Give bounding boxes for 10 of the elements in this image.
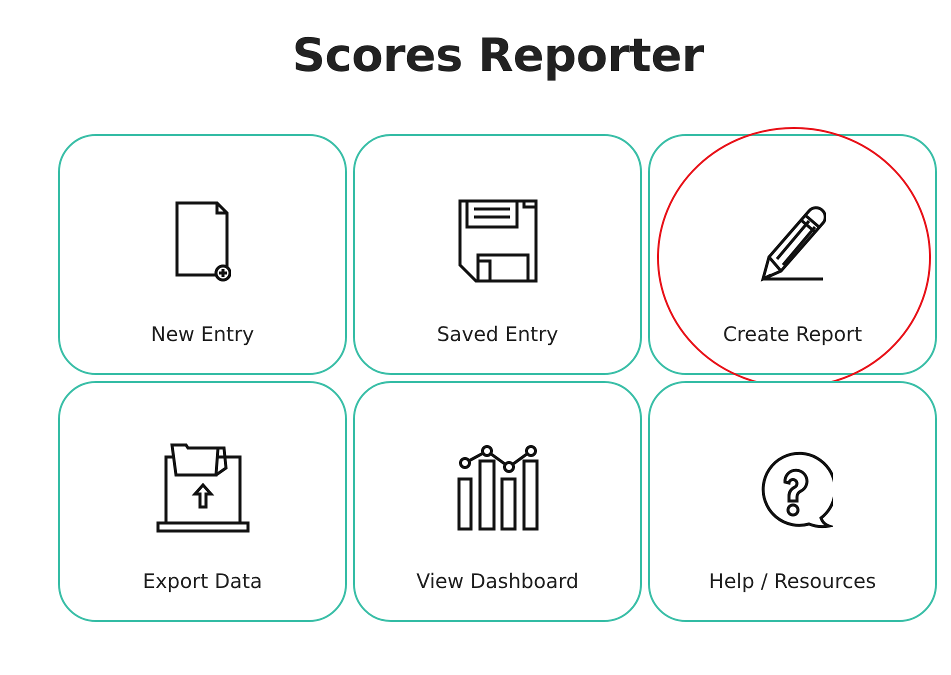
menu-tile[interactable]: Help / Resources xyxy=(648,381,937,622)
menu-tile[interactable]: View Dashboard xyxy=(353,381,642,622)
document-icon xyxy=(174,200,230,282)
page-title: Scores Reporter xyxy=(291,28,705,82)
folder-upload-icon xyxy=(156,443,250,533)
bar-line-chart-icon xyxy=(456,445,538,531)
menu-tile[interactable]: Export Data xyxy=(58,381,347,622)
menu-tile[interactable]: New Entry xyxy=(58,134,347,375)
menu-tile[interactable]: Saved Entry xyxy=(353,134,642,375)
menu-tile[interactable]: Create Report xyxy=(648,134,937,375)
